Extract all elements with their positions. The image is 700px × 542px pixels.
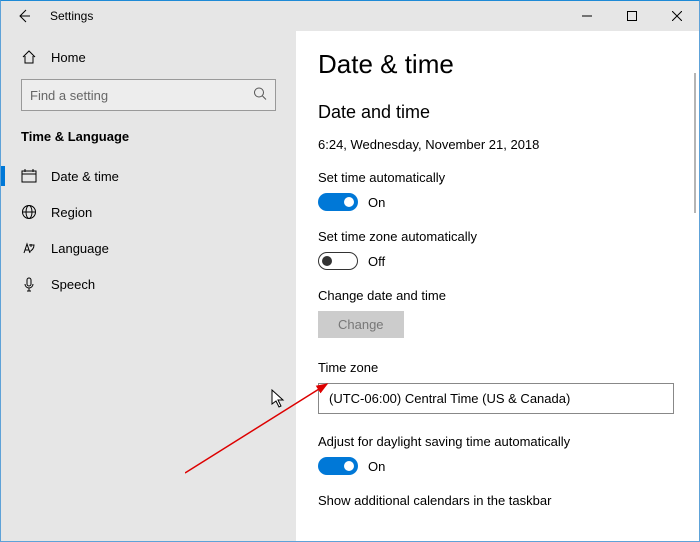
set-time-auto-label: Set time automatically — [318, 170, 699, 185]
search-icon — [253, 87, 267, 104]
window-title: Settings — [50, 9, 564, 23]
minimize-icon — [582, 11, 592, 21]
change-button: Change — [318, 311, 404, 338]
home-icon — [21, 49, 37, 65]
scrollbar[interactable] — [694, 73, 696, 213]
maximize-button[interactable] — [609, 1, 654, 30]
maximize-icon — [627, 11, 637, 21]
nav-item-label: Speech — [51, 277, 95, 292]
close-button[interactable] — [654, 1, 699, 30]
nav-region[interactable]: Region — [1, 194, 296, 230]
settings-window: Settings Home Find a setting Time & Lang… — [0, 0, 700, 542]
content-area: Home Find a setting Time & Language Date… — [1, 31, 699, 541]
date-time-icon — [21, 168, 37, 184]
extra-cal-label: Show additional calendars in the taskbar — [318, 493, 699, 508]
timezone-value: (UTC-06:00) Central Time (US & Canada) — [329, 391, 570, 406]
sidebar: Home Find a setting Time & Language Date… — [1, 31, 296, 541]
microphone-icon — [21, 276, 37, 292]
search-placeholder: Find a setting — [30, 88, 108, 103]
nav-speech[interactable]: Speech — [1, 266, 296, 302]
minimize-button[interactable] — [564, 1, 609, 30]
globe-icon — [21, 204, 37, 220]
change-datetime-label: Change date and time — [318, 288, 699, 303]
category-heading: Time & Language — [1, 129, 296, 158]
main-panel: Date & time Date and time 6:24, Wednesda… — [296, 31, 699, 541]
back-button[interactable] — [1, 1, 46, 30]
home-label: Home — [51, 50, 86, 65]
search-input[interactable]: Find a setting — [21, 79, 276, 111]
titlebar: Settings — [1, 1, 699, 31]
dst-label: Adjust for daylight saving time automati… — [318, 434, 699, 449]
set-tz-auto-label: Set time zone automatically — [318, 229, 699, 244]
dst-state: On — [368, 459, 385, 474]
set-time-auto-state: On — [368, 195, 385, 210]
current-datetime: 6:24, Wednesday, November 21, 2018 — [318, 137, 699, 152]
set-time-auto-toggle[interactable] — [318, 193, 358, 211]
set-tz-auto-state: Off — [368, 254, 385, 269]
timezone-select[interactable]: (UTC-06:00) Central Time (US & Canada) — [318, 383, 674, 414]
nav-item-label: Language — [51, 241, 109, 256]
nav-item-label: Date & time — [51, 169, 119, 184]
nav-date-time[interactable]: Date & time — [1, 158, 296, 194]
language-icon — [21, 240, 37, 256]
timezone-label: Time zone — [318, 360, 699, 375]
section-heading: Date and time — [318, 102, 699, 123]
close-icon — [672, 11, 682, 21]
page-title: Date & time — [318, 49, 699, 80]
window-controls — [564, 1, 699, 30]
set-tz-auto-toggle[interactable] — [318, 252, 358, 270]
nav-language[interactable]: Language — [1, 230, 296, 266]
dst-toggle[interactable] — [318, 457, 358, 475]
nav-item-label: Region — [51, 205, 92, 220]
back-arrow-icon — [16, 8, 32, 24]
home-nav[interactable]: Home — [1, 45, 296, 79]
